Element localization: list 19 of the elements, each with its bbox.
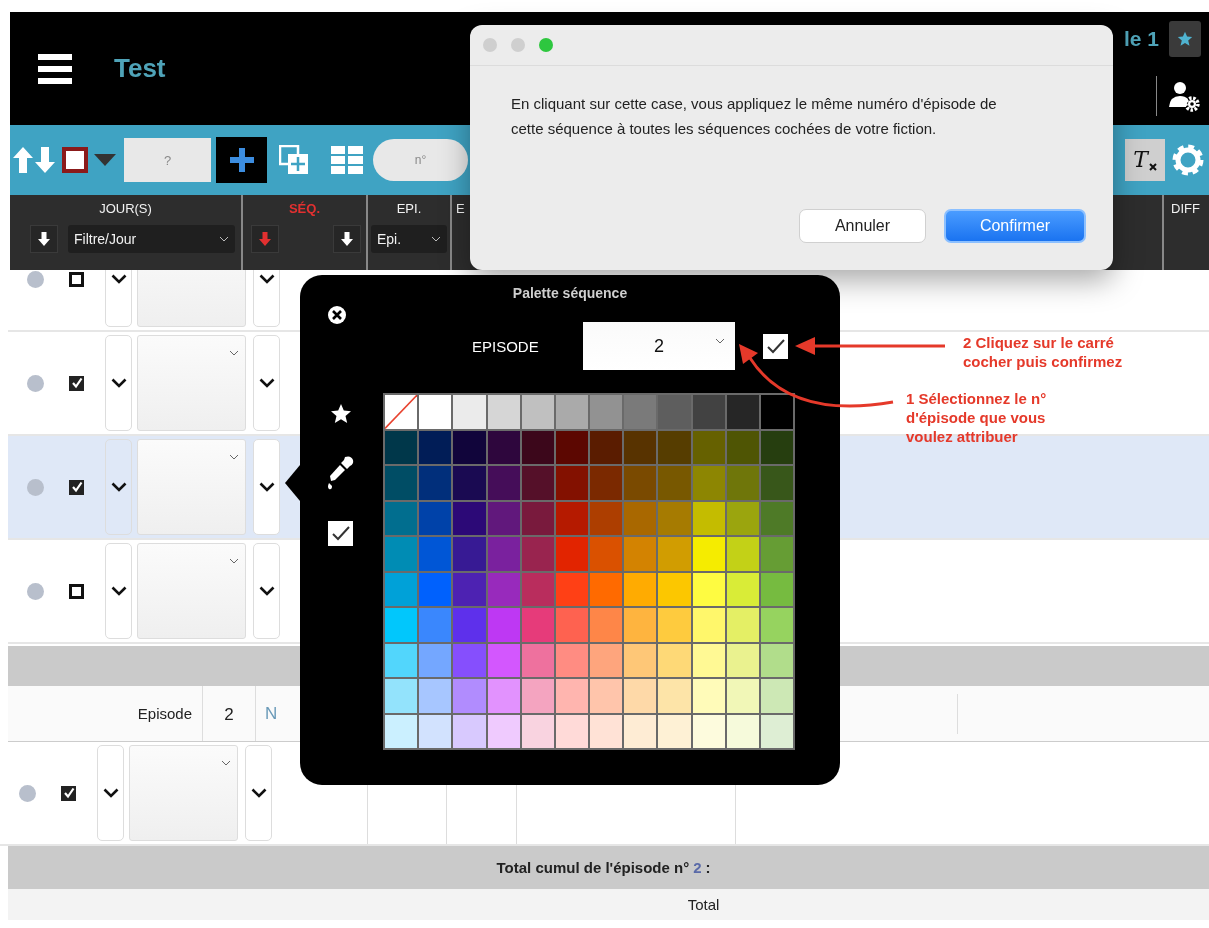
palette-title: Palette séquence bbox=[511, 284, 629, 303]
total-text: Total bbox=[687, 896, 720, 913]
total-suffix: : bbox=[705, 859, 711, 876]
column-title: JOUR(S) bbox=[99, 201, 152, 218]
project-title: Test bbox=[114, 53, 166, 84]
column-title: EPI. bbox=[396, 201, 422, 218]
episode-number: 2 bbox=[203, 686, 256, 741]
dialog-message: En cliquant sur cette case, vous appliquez le même numéro d'épisode de cette séquence à toutes les séquences cochées de votre fiction. bbox=[511, 94, 998, 139]
column-title: E bbox=[456, 201, 465, 218]
column-title: DIFF bbox=[1171, 201, 1200, 218]
account-label: le 1 bbox=[1123, 27, 1159, 52]
total-label: Total cumul de l'épisode n° bbox=[496, 859, 690, 876]
annotation-text: 2 Cliquez sur le carré cocher puis confirmez bbox=[963, 333, 1123, 371]
episode-label: EPISODE bbox=[472, 337, 540, 355]
column-title: SÉQ. bbox=[288, 201, 321, 218]
annotation-text: 1 Sélectionnez le n° d'épisode que vous voulez attribuer bbox=[906, 389, 1047, 446]
episode-label: Episode bbox=[8, 686, 203, 741]
total-episode-number: 2 bbox=[693, 859, 702, 876]
column-text: N bbox=[265, 703, 278, 724]
